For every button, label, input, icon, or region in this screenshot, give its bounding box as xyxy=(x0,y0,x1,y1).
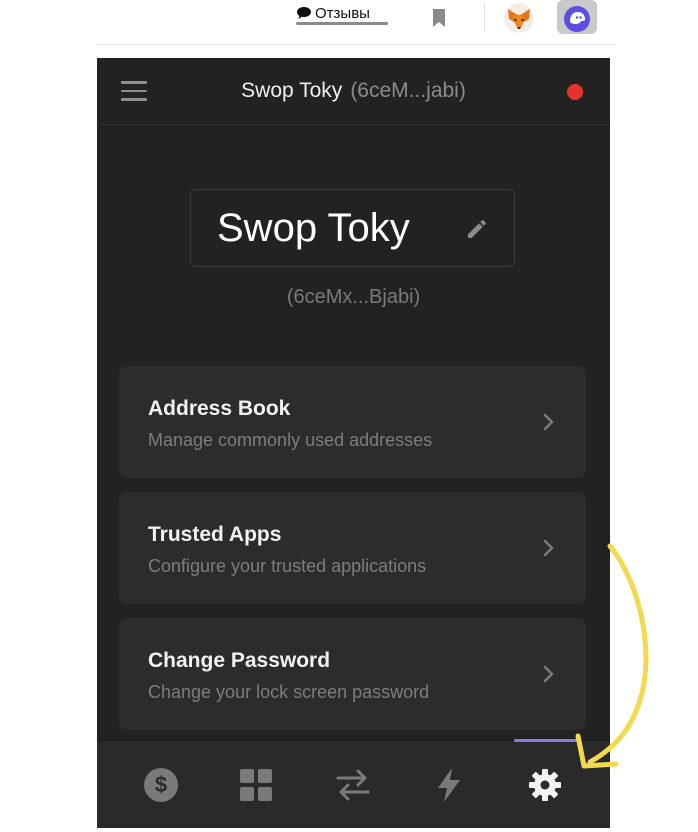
account-name-box[interactable]: Swop Toky xyxy=(190,189,515,267)
chevron-right-icon xyxy=(543,413,554,431)
trusted-apps-title: Trusted Apps xyxy=(148,523,282,546)
toolbar-separator xyxy=(96,44,616,45)
bottom-nav: $ xyxy=(97,739,610,828)
nav-tab-wallet[interactable]: $ xyxy=(137,761,185,809)
header-account-name: Swop Toky xyxy=(241,79,343,102)
chevron-right-icon xyxy=(543,665,554,683)
metamask-fox-icon[interactable] xyxy=(503,2,535,34)
lightning-icon xyxy=(438,768,460,802)
address-book-item[interactable]: Address Book Manage commonly used addres… xyxy=(119,366,586,478)
grid-icon xyxy=(240,769,272,801)
pencil-icon[interactable] xyxy=(465,217,489,241)
speech-bubble-icon xyxy=(297,7,311,19)
phantom-wallet-icon[interactable] xyxy=(562,4,592,34)
header-title[interactable]: Swop Toky (6ceM...jabi) xyxy=(97,79,610,103)
trusted-apps-description: Configure your trusted applications xyxy=(148,556,427,576)
feedback-label: Отзывы xyxy=(315,4,370,22)
nav-tab-collectibles[interactable] xyxy=(232,761,280,809)
popup-header: Swop Toky (6ceM...jabi) xyxy=(97,58,610,125)
change-password-title: Change Password xyxy=(148,649,331,672)
feedback-button[interactable]: Отзывы xyxy=(296,2,370,24)
change-password-item[interactable]: Change Password Change your lock screen … xyxy=(119,618,586,730)
toolbar-divider xyxy=(484,4,485,32)
connection-status-dot xyxy=(567,84,583,100)
nav-tab-activity[interactable] xyxy=(425,761,473,809)
wallet-popup: Swop Toky (6ceM...jabi) Swop Toky (6ceMx.… xyxy=(97,58,610,828)
header-account-address: (6ceM...jabi) xyxy=(350,79,466,102)
annotation-arrow xyxy=(575,543,649,769)
svg-text:$: $ xyxy=(155,772,167,797)
browser-toolbar: Отзывы xyxy=(0,0,698,46)
gear-icon xyxy=(529,769,561,801)
nav-tab-swap[interactable] xyxy=(329,761,377,809)
address-book-description: Manage commonly used addresses xyxy=(148,430,433,450)
bookmark-icon[interactable] xyxy=(430,7,448,29)
swap-icon xyxy=(336,769,370,801)
change-password-description: Change your lock screen password xyxy=(148,682,430,702)
dollar-icon: $ xyxy=(144,768,178,802)
feedback-underline xyxy=(296,22,388,25)
trusted-apps-item[interactable]: Trusted Apps Configure your trusted appl… xyxy=(119,492,586,604)
account-address: (6ceMx...Bjabi) xyxy=(286,286,421,308)
account-name: Swop Toky xyxy=(217,206,410,250)
chevron-right-icon xyxy=(543,539,554,557)
address-book-title: Address Book xyxy=(148,397,291,420)
